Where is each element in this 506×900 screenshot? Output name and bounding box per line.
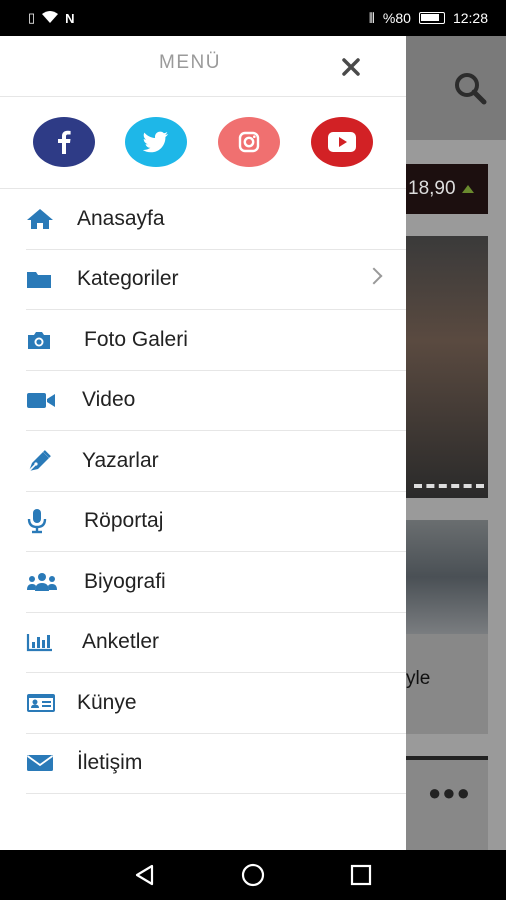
home-circle-icon	[241, 863, 265, 887]
recents-button[interactable]	[348, 862, 374, 888]
instagram-icon	[238, 131, 260, 153]
youtube-icon	[328, 132, 356, 152]
recents-icon	[350, 864, 372, 886]
home-icon	[26, 207, 58, 231]
menu-item-label: İletişim	[77, 751, 143, 775]
facebook-button[interactable]	[33, 117, 95, 167]
navigation-bar	[0, 850, 506, 900]
menu-item-yazarlar[interactable]: Yazarlar	[26, 431, 406, 492]
bar-chart-icon	[26, 630, 58, 654]
clock: 12:28	[452, 10, 488, 26]
status-bar: ▯ N ⦀ %80 12:28	[0, 0, 506, 36]
menu-item-label: Video	[82, 388, 136, 412]
instagram-button[interactable]	[218, 117, 280, 167]
news-card-title: yle	[406, 668, 431, 689]
search-icon[interactable]	[452, 70, 488, 106]
menu-item-foto-galeri[interactable]: Foto Galeri	[26, 310, 406, 371]
camera-icon	[26, 328, 58, 352]
video-camera-icon	[26, 388, 58, 412]
chevron-right-icon	[365, 267, 383, 284]
menu-item-iletisim[interactable]: İletişim	[26, 734, 406, 794]
menu-item-roportaj[interactable]: Röportaj	[26, 492, 406, 552]
menu-item-biyografi[interactable]: Biyografi	[26, 552, 406, 613]
envelope-icon	[26, 751, 58, 775]
status-right: ⦀ %80 12:28	[369, 10, 488, 27]
menu-item-kategoriler[interactable]: Kategoriler	[26, 250, 406, 310]
menu-item-label: Yazarlar	[82, 448, 159, 472]
menu-item-label: Künye	[77, 690, 137, 714]
nfc-icon: N	[65, 10, 75, 26]
battery-icon	[418, 12, 445, 24]
more-icon[interactable]: ●●●	[428, 780, 471, 806]
users-icon	[26, 570, 58, 594]
news-photo[interactable]	[406, 236, 488, 498]
navigation-drawer: MENÜ Anasayfa Kategoriler Foto Galeri Vi…	[0, 36, 406, 850]
id-card-icon	[26, 691, 58, 715]
drawer-menu: Anasayfa Kategoriler Foto Galeri Video Y…	[0, 189, 406, 794]
wifi-icon	[41, 10, 59, 27]
home-button[interactable]	[240, 862, 266, 888]
close-icon	[342, 58, 360, 76]
back-button[interactable]	[132, 862, 158, 888]
menu-item-label: Foto Galeri	[84, 327, 188, 351]
battery-percent: %80	[382, 10, 411, 26]
ticker-value: 18,90	[408, 178, 456, 199]
pen-icon	[26, 449, 58, 473]
drawer-header: MENÜ	[0, 36, 406, 97]
status-left: ▯ N	[28, 10, 75, 27]
menu-item-label: Kategoriler	[77, 267, 179, 291]
menu-item-anketler[interactable]: Anketler	[26, 613, 406, 673]
menu-item-label: Biyografi	[84, 569, 166, 593]
facebook-icon	[58, 130, 71, 154]
youtube-button[interactable]	[311, 117, 373, 167]
folder-icon	[26, 267, 58, 291]
microphone-icon	[26, 509, 58, 534]
menu-item-label: Röportaj	[84, 509, 164, 533]
menu-item-video[interactable]: Video	[26, 371, 406, 431]
menu-item-kunye[interactable]: Künye	[26, 673, 406, 734]
slider-dots	[414, 484, 484, 488]
currency-ticker: 18,90	[406, 164, 488, 214]
social-links	[0, 97, 406, 189]
sim-icon: ▯	[28, 10, 36, 25]
menu-item-anasayfa[interactable]: Anasayfa	[26, 189, 406, 250]
menu-item-label: Anketler	[82, 630, 160, 654]
drawer-title: MENÜ	[159, 52, 221, 73]
close-button[interactable]	[336, 52, 366, 82]
vibrate-icon: ⦀	[368, 9, 375, 26]
news-photo[interactable]	[406, 520, 488, 634]
twitter-button[interactable]	[125, 117, 187, 167]
twitter-icon	[143, 131, 168, 153]
up-arrow-icon	[461, 185, 474, 193]
back-icon	[135, 864, 154, 886]
menu-item-label: Anasayfa	[77, 206, 165, 230]
